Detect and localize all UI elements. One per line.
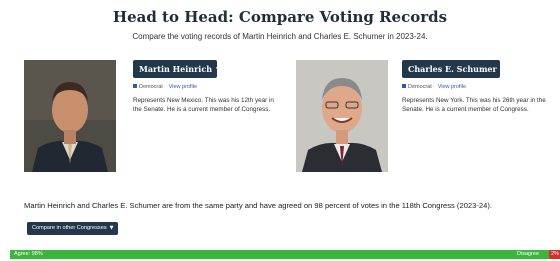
disagree-label: Disagree <box>517 251 540 257</box>
member-description-left: Represents New Mexico. This was his 12th… <box>133 97 274 113</box>
agreement-summary: Martin Heinrich and Charles E. Schumer a… <box>24 201 492 210</box>
agreement-bar: Agree: 98% <box>10 250 560 259</box>
member-photo-left <box>24 60 116 172</box>
member-name-left: Martin Heinrich <box>139 64 213 74</box>
party-line-right: Democrat· View profile <box>402 84 466 90</box>
agree-segment: Agree: 98% <box>10 250 549 259</box>
chevron-down-icon: ▼ <box>216 66 221 73</box>
view-profile-link-right[interactable]: View profile <box>438 84 466 90</box>
compare-congresses-button[interactable]: Compare in other Congresses ▼ <box>27 222 119 235</box>
chevron-down-icon: ▼ <box>109 225 114 231</box>
member-photo-right <box>296 60 388 172</box>
party-line-left: Democrat· View profile <box>133 84 197 90</box>
page-subtitle: Compare the voting records of Martin Hei… <box>132 32 428 41</box>
party-label-left: Democrat <box>139 84 163 90</box>
chevron-down-icon: ▼ <box>500 66 506 73</box>
member-select-left[interactable]: Martin Heinrich ▼ <box>133 60 221 78</box>
member-select-right[interactable]: Charles E. Schumer ▼ <box>402 60 505 78</box>
compare-button-label: Compare in other Congresses <box>32 225 107 231</box>
agree-label: Agree: 98% <box>14 251 43 257</box>
member-name-right: Charles E. Schumer <box>408 64 497 74</box>
disagree-percent: 2% <box>551 251 559 257</box>
view-profile-link-left[interactable]: View profile <box>169 84 197 90</box>
party-color-icon <box>402 84 406 88</box>
party-color-icon <box>133 84 137 88</box>
member-description-right: Represents New York. This was his 26th y… <box>402 97 546 113</box>
page-title: Head to Head: Compare Voting Records <box>112 8 448 26</box>
party-label-right: Democrat <box>408 84 432 90</box>
